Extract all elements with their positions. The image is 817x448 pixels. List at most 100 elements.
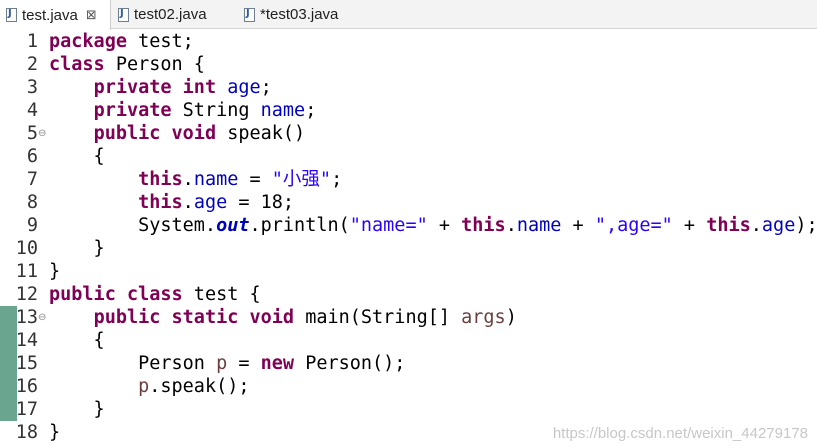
code-text: public class test {: [49, 283, 261, 306]
token: }: [49, 238, 105, 259]
code-line[interactable]: 11}: [0, 260, 817, 283]
code-line[interactable]: 5 ⊖ public void speak(): [0, 122, 817, 145]
token-kw: class: [126, 284, 183, 305]
line-number: 8: [26, 192, 38, 213]
token-kw: this: [461, 215, 506, 236]
token-field: age: [227, 77, 261, 98]
token-kw: static: [171, 307, 239, 328]
token-kw: public: [93, 123, 161, 144]
token: .: [750, 215, 762, 236]
token: .println(: [249, 215, 350, 236]
fold-toggle-icon[interactable]: ⊖: [38, 306, 46, 329]
code-line[interactable]: 9 System.out.println("name=" + this.name…: [0, 214, 817, 237]
token: test {: [182, 284, 261, 305]
code-editor[interactable]: 1 package test; 2 class Person {3 private i…: [0, 30, 817, 448]
code-text: }: [49, 398, 105, 421]
token: test;: [126, 31, 194, 52]
token-kw: class: [49, 54, 105, 75]
code-line[interactable]: 13 ⊖ public static void main(String[] arg…: [0, 306, 817, 329]
line-number: 7: [26, 169, 38, 190]
token: .: [182, 192, 194, 213]
token-field: name: [193, 169, 239, 190]
tab-test-java[interactable]: test.java ⊠: [0, 0, 111, 30]
code-line[interactable]: 7 this.name = "小强";: [0, 168, 817, 191]
token: Person: [49, 353, 217, 374]
token-kw: this: [138, 192, 183, 213]
token-kw: int: [182, 77, 217, 98]
line-number: 2: [26, 54, 38, 75]
token: }: [49, 422, 61, 443]
token-kw: private: [93, 100, 172, 121]
code-line[interactable]: 4 private String name;: [0, 99, 817, 122]
token: Person();: [294, 353, 406, 374]
token: .speak();: [149, 376, 250, 397]
token: .: [182, 169, 194, 190]
code-text: }: [49, 237, 105, 260]
java-file-icon: [244, 7, 255, 22]
token-str: "小强": [271, 169, 332, 190]
code-line[interactable]: 2 class Person {: [0, 53, 817, 76]
line-number: 12: [15, 284, 38, 305]
token: }: [49, 261, 61, 282]
code-text: private int age;: [49, 76, 272, 99]
editor-tab-bar: test.java ⊠ test02.java *test03.java: [0, 0, 817, 30]
token: =: [238, 169, 272, 190]
token: ;: [331, 169, 343, 190]
close-icon[interactable]: ⊠: [86, 8, 97, 23]
line-number: 5: [26, 123, 38, 144]
line-number: 6: [26, 146, 38, 167]
code-line[interactable]: 14 {: [0, 329, 817, 352]
line-number: 9: [26, 215, 38, 236]
code-line[interactable]: 6 {: [0, 145, 817, 168]
code-text: public static void main(String[] args): [49, 306, 517, 329]
token-param: p: [138, 376, 150, 397]
code-text: {: [49, 145, 105, 168]
code-line[interactable]: 17 }: [0, 398, 817, 421]
java-file-icon: [6, 8, 17, 22]
token-kw: public: [93, 307, 161, 328]
token-param: p: [216, 353, 228, 374]
token: +: [427, 215, 462, 236]
token: .: [505, 215, 517, 236]
code-line[interactable]: 12 public class test {: [0, 283, 817, 306]
token: );: [795, 215, 817, 236]
token-field: name: [516, 215, 562, 236]
token-kw: void: [171, 123, 217, 144]
watermark: https://blog.csdn.net/weixin_44279178: [552, 425, 808, 442]
code-line[interactable]: 8 this.age = 18;: [0, 191, 817, 214]
token-field: age: [193, 192, 228, 213]
token: Person {: [104, 54, 205, 75]
code-text: this.age = 18;: [49, 191, 294, 214]
token: ;: [260, 77, 272, 98]
code-line[interactable]: 15 Person p = new Person();: [0, 352, 817, 375]
line-number: 4: [26, 100, 38, 121]
tab-test03-java[interactable]: *test03.java: [238, 0, 368, 29]
line-number: 10: [15, 238, 38, 259]
line-number: 13: [15, 307, 38, 328]
code-line[interactable]: 3 private int age;: [0, 76, 817, 99]
token-field: age: [761, 215, 796, 236]
line-number: 1: [26, 31, 38, 52]
code-line[interactable]: 1 package test;: [0, 30, 817, 53]
code-text: }: [49, 421, 60, 444]
code-line[interactable]: 10 }: [0, 237, 817, 260]
tab-label: test02.java: [134, 6, 207, 23]
tab-test02-java[interactable]: test02.java: [112, 0, 232, 29]
line-number: 11: [15, 261, 38, 282]
fold-toggle-icon[interactable]: ⊖: [38, 122, 46, 145]
code-text: Person p = new Person();: [49, 352, 405, 375]
code-text: private String name;: [49, 99, 317, 122]
token-static: out: [216, 215, 250, 236]
token: {: [49, 146, 105, 167]
code-text: {: [49, 329, 105, 352]
token-kw: private: [93, 77, 172, 98]
code-line[interactable]: 16 p.speak();: [0, 375, 817, 398]
